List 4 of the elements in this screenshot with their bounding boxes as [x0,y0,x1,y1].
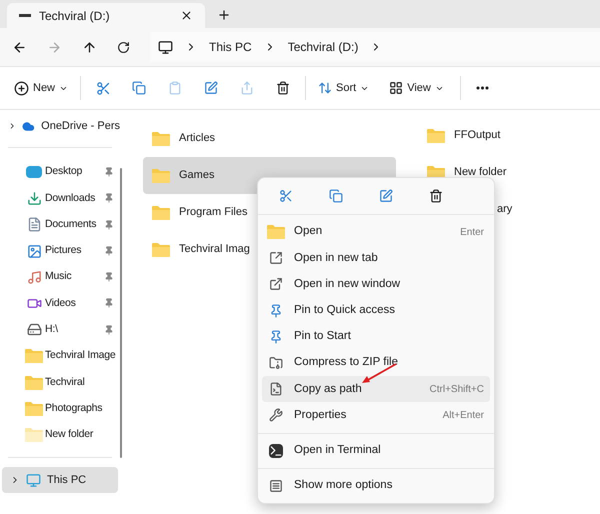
shortcut-text: Alt+Enter [442,408,484,423]
shortcut-text: Enter [460,226,484,240]
shortcut-text: Ctrl+Shift+C [430,382,484,397]
tab-title: Techviral (D:) [39,8,111,24]
